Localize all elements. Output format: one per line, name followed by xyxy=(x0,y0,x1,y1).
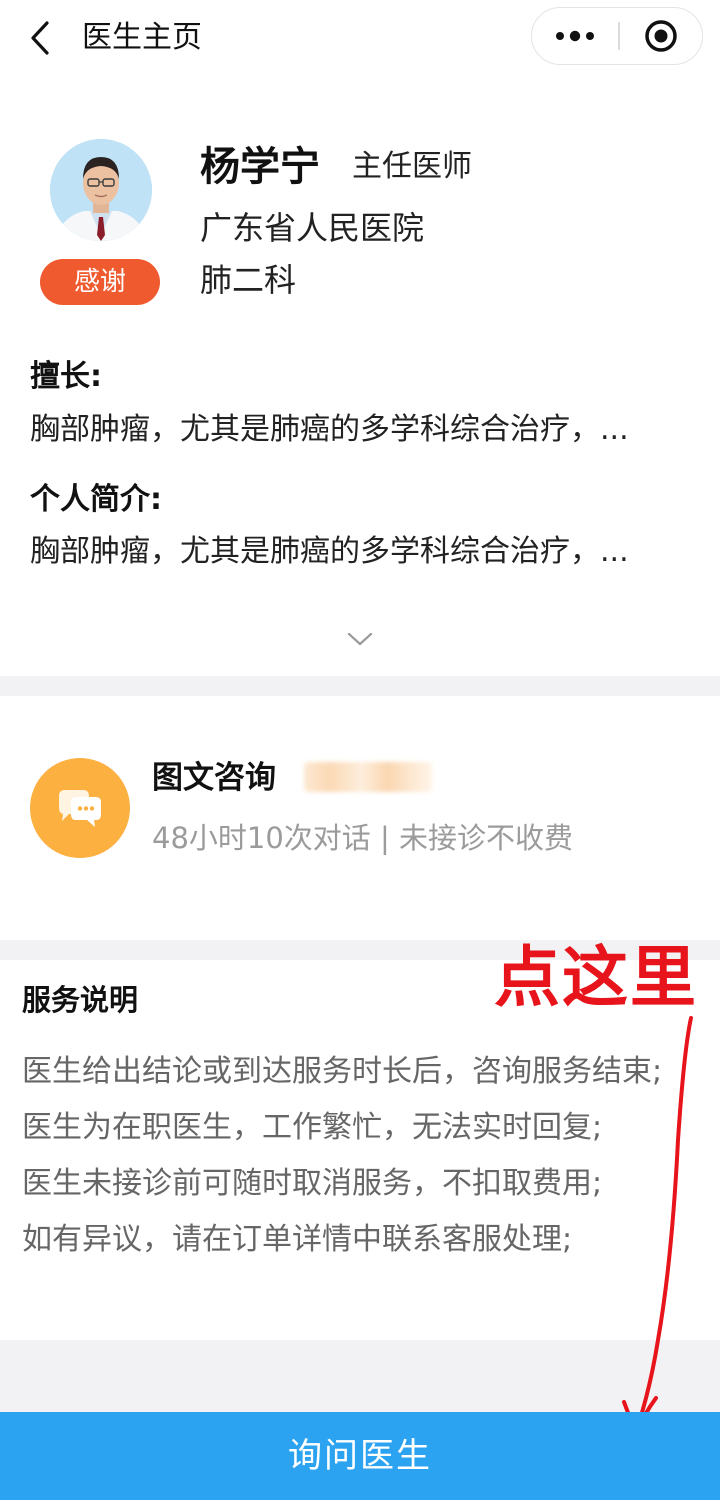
consult-subtitle: 48小时10次对话 | 未接诊不收费 xyxy=(152,821,574,855)
doctor-title: 主任医师 xyxy=(352,149,472,184)
chevron-down-icon xyxy=(347,632,373,646)
service-note-item: 医生未接诊前可随时取消服务，不扣取费用; xyxy=(22,1166,603,1201)
mini-program-capsule xyxy=(531,7,703,65)
back-button[interactable] xyxy=(22,16,58,60)
service-notes-list: 医生给出结论或到达服务时长后，咨询服务结束; 医生为在职医生，工作繁忙，无法实时… xyxy=(22,1044,672,1268)
specialty-text: 胸部肿瘤，尤其是肺癌的多学科综合治疗，... xyxy=(30,412,629,447)
specialty-label: 擅长: xyxy=(30,359,102,394)
thanks-button[interactable]: 感谢 xyxy=(40,259,160,305)
consult-icon-badge xyxy=(30,758,130,858)
service-note-item: 医生给出结论或到达服务时长后，咨询服务结束; xyxy=(22,1054,663,1089)
service-title: 服务说明 xyxy=(22,983,139,1017)
bio-text: 胸部肿瘤，尤其是肺癌的多学科综合治疗，... xyxy=(30,534,629,569)
doctor-portrait-image xyxy=(50,139,152,241)
more-dots-icon xyxy=(556,30,594,42)
chevron-left-icon xyxy=(31,21,49,55)
consult-title: 图文咨询 xyxy=(152,760,276,796)
expand-button[interactable] xyxy=(340,624,380,654)
bio-label: 个人简介: xyxy=(30,482,162,517)
doctor-hospital: 广东省人民医院 xyxy=(200,209,425,247)
more-button[interactable] xyxy=(532,8,618,64)
doctor-name: 杨学宁 xyxy=(200,144,320,190)
text-consultation-option[interactable]: 图文咨询 48小时10次对话 | 未接诊不收费 xyxy=(0,696,720,940)
nav-bar: 医生主页 xyxy=(0,0,720,76)
doctor-avatar xyxy=(50,139,152,241)
doctor-profile-card: 感谢 杨学宁 主任医师 广东省人民医院 肺二科 擅长: 胸部肿瘤，尤其是肺癌的多… xyxy=(0,76,720,676)
doctor-department: 肺二科 xyxy=(200,261,297,299)
price-redacted-blur xyxy=(304,762,432,792)
page-title: 医生主页 xyxy=(82,20,202,55)
service-note-item: 医生为在职医生，工作繁忙，无法实时回复; xyxy=(22,1110,603,1145)
target-circle-icon xyxy=(645,20,677,52)
annotation-text: 点这里 xyxy=(494,939,698,1016)
service-note-item: 如有异议，请在订单详情中联系客服处理; xyxy=(22,1222,573,1257)
close-mini-program-button[interactable] xyxy=(619,8,703,64)
chat-bubbles-icon xyxy=(59,790,101,827)
ask-doctor-button[interactable]: 询问医生 xyxy=(0,1412,720,1500)
